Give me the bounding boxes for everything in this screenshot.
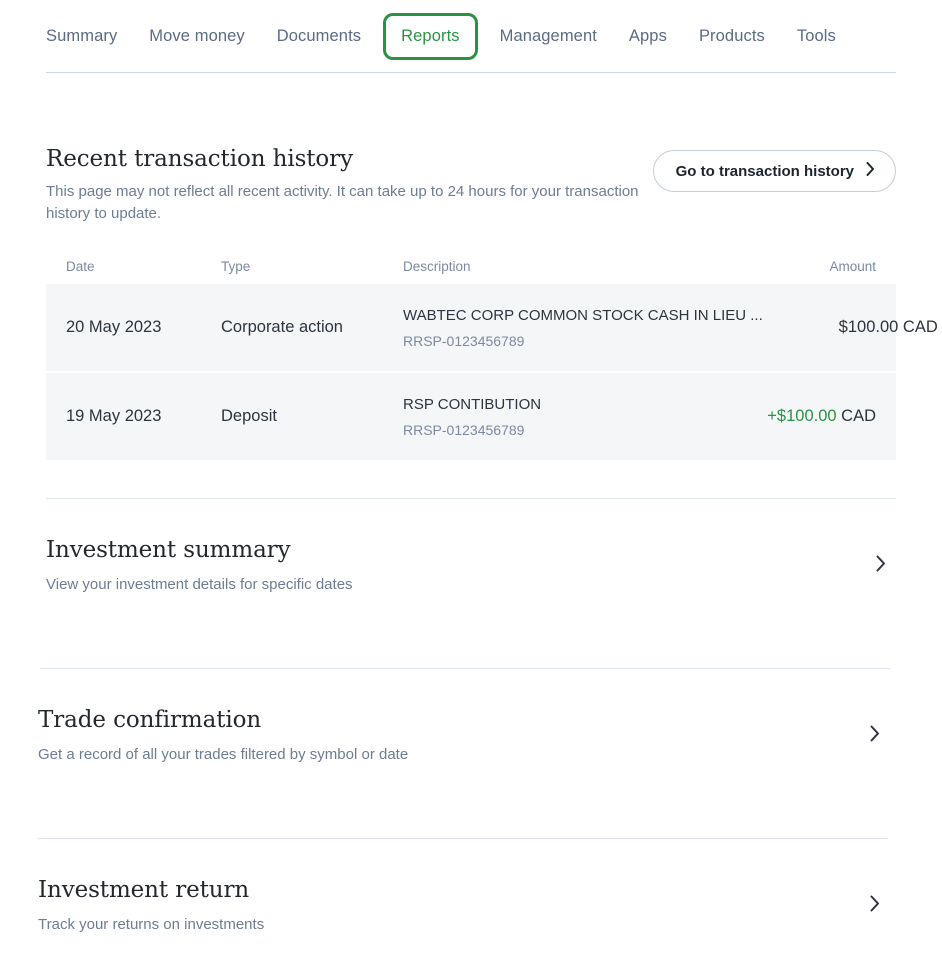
table-header-row: Date Type Description Amount [46, 259, 896, 284]
cell-type: Deposit [221, 407, 403, 426]
nav-tab-documents[interactable]: Documents [261, 15, 377, 58]
amount-currency: CAD [903, 318, 938, 336]
recent-transaction-history-section: Recent transaction history This page may… [46, 73, 896, 460]
report-link-subtitle: Track your returns on investments [38, 914, 264, 936]
chevron-right-icon [870, 895, 880, 917]
nav-tab-apps[interactable]: Apps [613, 15, 683, 58]
cell-date: 19 May 2023 [66, 407, 221, 426]
nav-tab-products[interactable]: Products [683, 15, 781, 58]
nav-tab-reports[interactable]: Reports [383, 13, 477, 60]
report-link-investment-return[interactable]: Investment return Track your returns on … [38, 839, 890, 969]
nav-bottom-border [46, 72, 896, 73]
nav-tab-tools[interactable]: Tools [781, 15, 852, 58]
amount-value: $100.00 [839, 318, 899, 336]
chevron-right-icon [876, 555, 886, 577]
cell-amount: $100.00 CAD [763, 318, 938, 337]
description-text: RSP CONTIBUTION [403, 395, 701, 415]
investment-summary-text-group: Investment summary View your investment … [46, 537, 353, 596]
column-header-type: Type [221, 259, 403, 274]
transaction-disclaimer: This page may not reflect all recent act… [46, 181, 646, 225]
cell-type: Corporate action [221, 318, 403, 337]
table-row[interactable]: 20 May 2023 Corporate action WABTEC CORP… [46, 284, 896, 371]
transaction-section-header: Recent transaction history This page may… [46, 73, 896, 225]
column-header-amount: Amount [701, 259, 876, 274]
report-link-title: Investment summary [46, 537, 353, 563]
transactions-table: Date Type Description Amount 20 May 2023… [46, 259, 896, 461]
table-row[interactable]: 19 May 2023 Deposit RSP CONTIBUTION RRSP… [46, 373, 896, 460]
report-link-title: Investment return [38, 877, 264, 903]
cell-description: RSP CONTIBUTION RRSP-0123456789 [403, 395, 701, 438]
cell-amount: +$100.00 CAD [701, 407, 876, 426]
chevron-right-icon [870, 725, 880, 747]
account-number: RRSP-0123456789 [403, 333, 763, 349]
report-link-trade-confirmation[interactable]: Trade confirmation Get a record of all y… [38, 669, 890, 800]
account-number: RRSP-0123456789 [403, 422, 701, 438]
investment-return-text-group: Investment return Track your returns on … [38, 877, 264, 936]
report-link-subtitle: View your investment details for specifi… [46, 574, 353, 596]
chevron-right-icon [866, 162, 875, 180]
cell-date: 20 May 2023 [66, 318, 221, 337]
page-title: Recent transaction history [46, 146, 646, 172]
trade-confirmation-text-group: Trade confirmation Get a record of all y… [38, 707, 408, 766]
amount-value: +$100.00 [767, 407, 836, 425]
amount-currency: CAD [841, 407, 876, 425]
go-to-transaction-history-label: Go to transaction history [676, 163, 854, 180]
report-link-investment-summary[interactable]: Investment summary View your investment … [46, 499, 896, 630]
main-content: Recent transaction history This page may… [0, 73, 942, 969]
transaction-heading-group: Recent transaction history This page may… [46, 146, 646, 225]
primary-navigation: Summary Move money Documents Reports Man… [0, 0, 942, 73]
report-link-subtitle: Get a record of all your trades filtered… [38, 744, 408, 766]
go-to-transaction-history-button[interactable]: Go to transaction history [653, 150, 896, 192]
column-header-date: Date [66, 259, 221, 274]
report-link-title: Trade confirmation [38, 707, 408, 733]
description-text: WABTEC CORP COMMON STOCK CASH IN LIEU ..… [403, 306, 763, 326]
nav-tab-list: Summary Move money Documents Reports Man… [46, 13, 852, 60]
column-header-description: Description [403, 259, 701, 274]
nav-tab-summary[interactable]: Summary [46, 15, 133, 58]
nav-tab-move-money[interactable]: Move money [133, 15, 260, 58]
cell-description: WABTEC CORP COMMON STOCK CASH IN LIEU ..… [403, 306, 763, 349]
nav-tab-management[interactable]: Management [484, 15, 613, 58]
